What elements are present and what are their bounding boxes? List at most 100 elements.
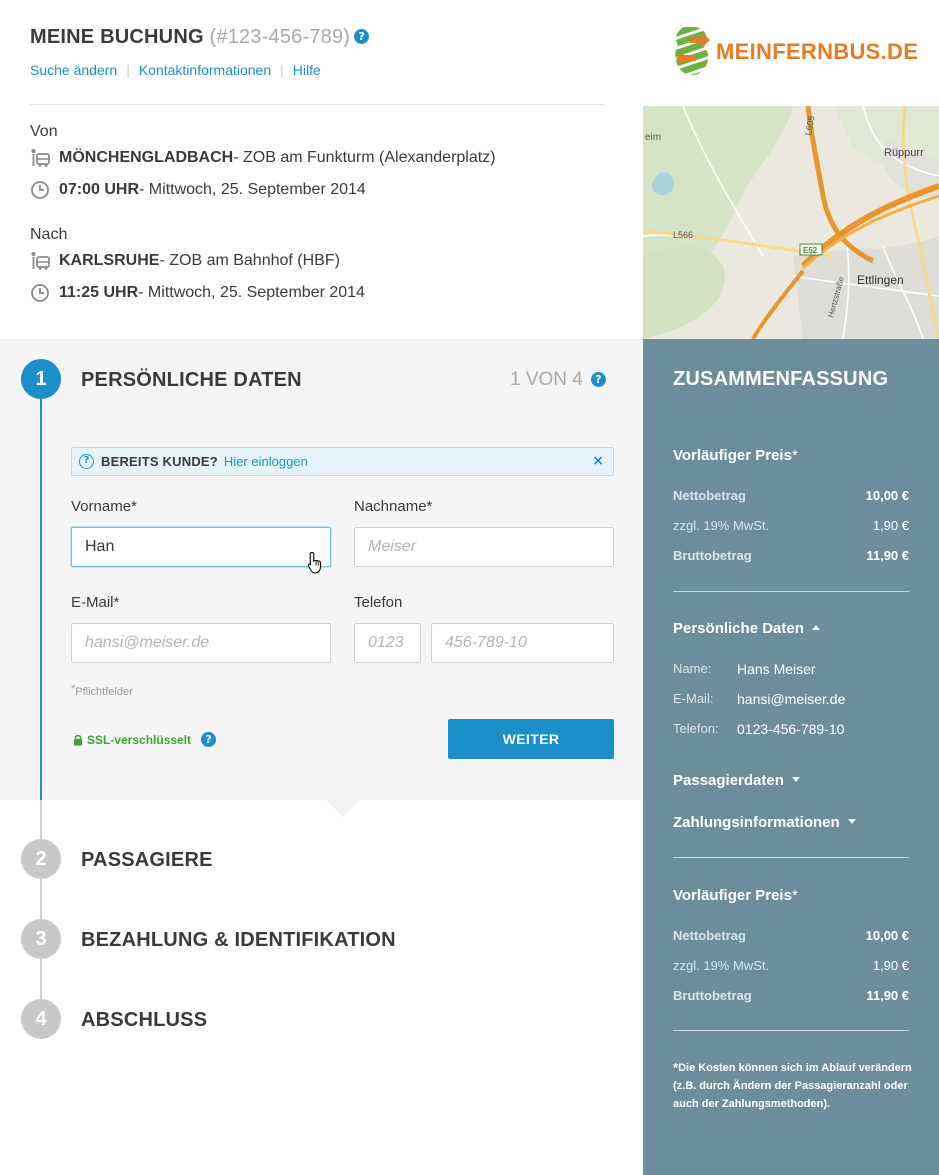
from-city: MÖNCHENGLADBACH	[59, 149, 234, 166]
net-price-row: Nettobetrag 10,00 €	[673, 928, 909, 943]
phone-prefix-input[interactable]	[354, 623, 421, 663]
payment-info-heading: Zahlungsinformationen	[673, 814, 840, 831]
map-graphic: L605 Rüppurr eim L566 E52 Ettlingen Hert…	[643, 106, 939, 339]
price-heading: Vorläufiger Preis*	[673, 447, 798, 464]
vat-row: zzgl. 19% MwSt. 1,90 €	[673, 958, 909, 973]
step-3-circle: 3	[21, 919, 61, 959]
gross-value: 11,90 €	[866, 548, 909, 563]
next-button[interactable]: WEITER	[448, 719, 614, 759]
help-link[interactable]: Hilfe	[293, 62, 321, 78]
net-value: 10,00 €	[865, 928, 909, 943]
bus-stop-icon	[31, 252, 50, 270]
booking-title: MEINE BUCHUNG (#123-456-789)?	[30, 26, 370, 49]
email-input[interactable]	[71, 623, 331, 663]
map-label: L566	[673, 230, 693, 240]
passenger-data-toggle[interactable]: Passagierdaten	[673, 772, 800, 789]
question-icon: ?	[79, 454, 94, 469]
route-map[interactable]: L605 Rüppurr eim L566 E52 Ettlingen Hert…	[643, 106, 939, 339]
price-heading-star: *	[791, 447, 798, 464]
summary-email-row: E-Mail: hansi@meiser.de	[673, 691, 845, 707]
net-label: Nettobetrag	[673, 488, 746, 503]
from-time: 07:00 UHR	[59, 181, 140, 198]
vat-label: zzgl. 19% MwSt.	[673, 958, 770, 973]
header-divider	[30, 104, 604, 105]
gross-value: 11,90 €	[866, 988, 909, 1003]
step-4-circle: 4	[21, 999, 61, 1039]
phone-label: Telefon	[354, 594, 403, 611]
phone-number-input[interactable]	[431, 623, 614, 663]
firstname-input[interactable]	[71, 527, 331, 567]
clock-icon	[31, 181, 49, 199]
price-footnote: *Die Kosten können sich im Ablauf veränd…	[673, 1059, 923, 1113]
logo[interactable]: MEINFERNBUS.DE	[672, 25, 918, 79]
to-date: - Mittwoch, 25. September 2014	[138, 284, 365, 301]
booking-number: (#123-456-789)	[209, 26, 351, 48]
vat-value: 1,90 €	[872, 518, 909, 533]
email-label: E-Mail:	[673, 691, 714, 706]
map-label: Rüppurr	[884, 147, 924, 159]
route-from-time: 07:00 UHR - Mittwoch, 25. September 2014	[30, 180, 366, 200]
map-label: E52	[803, 246, 818, 255]
gross-label: Bruttobetrag	[673, 548, 752, 563]
help-icon[interactable]: ?	[354, 29, 370, 44]
map-label: eim	[645, 132, 661, 143]
route-to-time: 11:25 UHR - Mittwoch, 25. September 2014	[30, 283, 365, 303]
personal-data-toggle[interactable]: Persönliche Daten	[673, 620, 820, 637]
step-counter-text: 1 VON 4	[510, 369, 583, 390]
change-search-link[interactable]: Suche ändern	[30, 62, 117, 78]
summary-divider	[673, 1030, 909, 1031]
name-value: Hans Meiser	[737, 661, 816, 677]
phone-value: 0123-456-789-10	[737, 721, 845, 737]
price-heading: Vorläufiger Preis*	[673, 887, 798, 904]
price-heading-star: *	[791, 887, 798, 904]
required-note: *Pflichtfelder	[71, 683, 133, 698]
lastname-input[interactable]	[354, 527, 614, 567]
firstname-label: Vorname*	[71, 498, 137, 515]
step-2-title: PASSAGIERE	[81, 849, 213, 871]
caret-down-icon	[791, 777, 800, 782]
ssl-text: SSL-verschlüsselt	[87, 732, 192, 747]
route-to-label: Nach	[30, 226, 68, 243]
map-label: Ettlingen	[857, 273, 904, 287]
gross-label: Bruttobetrag	[673, 988, 752, 1003]
payment-info-toggle[interactable]: Zahlungsinformationen	[673, 814, 856, 831]
step-4-title: ABSCHLUSS	[81, 1009, 208, 1031]
login-hint: ? BEREITS KUNDE? Hier einloggen ×	[71, 447, 614, 476]
from-station: - ZOB am Funkturm (Alexanderplatz)	[233, 149, 496, 166]
contact-info-link[interactable]: Kontaktinformationen	[139, 62, 271, 78]
login-hint-question: BEREITS KUNDE?	[101, 454, 218, 469]
help-icon[interactable]: ?	[201, 732, 217, 747]
summary-divider	[673, 591, 909, 592]
help-icon[interactable]: ?	[590, 372, 606, 387]
vat-row: zzgl. 19% MwSt. 1,90 €	[673, 518, 909, 533]
step-3-title: BEZAHLUNG & IDENTIFIKATION	[81, 929, 396, 951]
link-separator: |	[280, 62, 284, 78]
route-to-station: KARLSRUHE - ZOB am Bahnhof (HBF)	[30, 251, 340, 271]
link-separator: |	[126, 62, 130, 78]
to-station: - ZOB am Bahnhof (HBF)	[159, 252, 340, 269]
summary-name-row: Name: Hans Meiser	[673, 661, 816, 677]
required-note-text: Pflichtfelder	[75, 686, 133, 698]
lock-icon	[74, 734, 82, 745]
gross-price-row: Bruttobetrag 11,90 €	[673, 988, 909, 1003]
hand-cursor-icon	[307, 551, 321, 574]
step-1-circle: 1	[21, 359, 61, 399]
gross-price-row: Bruttobetrag 11,90 €	[673, 548, 909, 563]
to-time: 11:25 UHR	[59, 284, 139, 301]
close-icon[interactable]: ×	[592, 453, 604, 469]
footnote-text: Die Kosten können sich im Ablauf verände…	[673, 1062, 912, 1110]
summary-title: ZUSAMMENFASSUNG	[673, 368, 889, 390]
panel-notch	[325, 799, 361, 817]
personal-data-heading: Persönliche Daten	[673, 620, 804, 637]
bus-stop-icon	[31, 149, 50, 167]
from-date: - Mittwoch, 25. September 2014	[139, 181, 366, 198]
route-from-label: Von	[30, 123, 58, 140]
caret-up-icon	[811, 625, 820, 630]
caret-down-icon	[847, 819, 856, 824]
name-label: Name:	[673, 661, 712, 676]
logo-mark-icon	[673, 25, 711, 79]
step-2-circle: 2	[21, 839, 61, 879]
logo-text: MEINFERNBUS.DE	[716, 39, 919, 64]
login-link[interactable]: Hier einloggen	[224, 454, 308, 469]
net-value: 10,00 €	[865, 488, 909, 503]
